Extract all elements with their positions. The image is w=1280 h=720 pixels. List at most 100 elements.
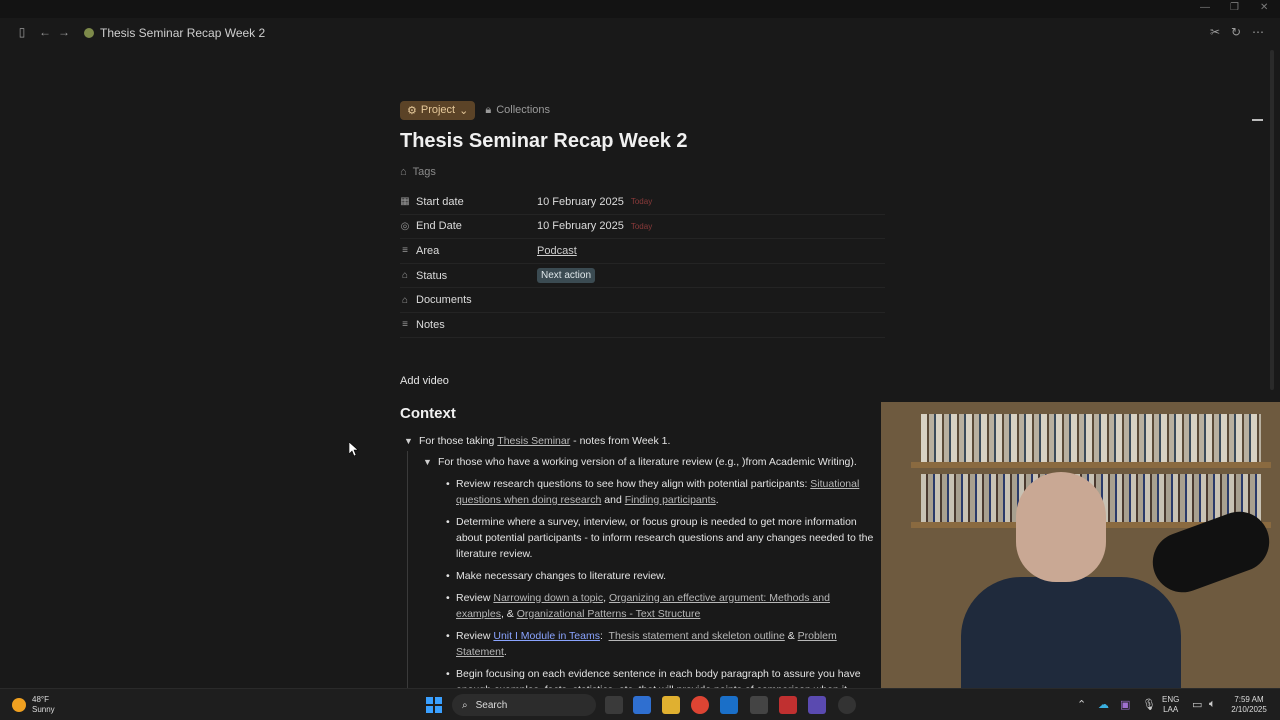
property-key: Start date	[416, 195, 464, 208]
page-content: ⚙ Project ⌄ 🔒︎ Collections Thesis Semina…	[400, 100, 885, 711]
thesis-statement-link[interactable]: Thesis statement and skeleton outline	[609, 630, 785, 642]
weather-temp: 48°F	[32, 695, 49, 704]
project-label: Project	[420, 104, 456, 116]
weather-widget[interactable]: 48°F Sunny	[12, 695, 55, 715]
property-notes[interactable]: ≡ Notes	[400, 313, 885, 338]
property-documents[interactable]: ⌂ Documents	[400, 288, 885, 313]
property-value: 10 February 2025	[537, 195, 624, 208]
project-dropdown[interactable]: ⚙ Project ⌄	[400, 100, 476, 120]
list-item: Review research questions to see how the…	[446, 473, 885, 511]
outline-toggle-icon[interactable]	[1252, 119, 1263, 121]
status-badge[interactable]: Next action	[537, 268, 596, 284]
narrowing-topic-link[interactable]: Narrowing down a topic	[493, 592, 603, 604]
page-title[interactable]: Thesis Seminar Recap Week 2	[400, 130, 885, 158]
sidebar-toggle-icon[interactable]: ▯	[14, 24, 30, 40]
calendar-icon: ▦	[400, 196, 410, 208]
chevron-down-icon: ⌄	[459, 104, 469, 117]
outline-guide-line	[407, 450, 408, 711]
person-body	[961, 577, 1181, 688]
outlook-icon[interactable]	[720, 696, 738, 714]
bullet-text: Determine where a survey, interview, or …	[456, 515, 874, 560]
context-heading: Context	[400, 404, 456, 422]
chrome-icon[interactable]	[691, 696, 709, 714]
network-icon[interactable]: ▭	[1192, 698, 1202, 711]
list-item: Determine where a survey, interview, or …	[446, 511, 885, 565]
bullet-list: Review research questions to see how the…	[446, 473, 885, 701]
weather-desc: Sunny	[32, 705, 55, 714]
property-status[interactable]: ⌂ Status Next action	[400, 264, 885, 289]
keyboard-layout: LAA	[1163, 705, 1179, 714]
bullet-text: Make necessary changes to literature rev…	[456, 569, 667, 582]
collapse-triangle-icon[interactable]: ▼	[400, 436, 419, 446]
property-start-date[interactable]: ▦ Start date 10 February 2025 Today	[400, 190, 885, 215]
more-icon[interactable]: ⋯	[1250, 24, 1266, 40]
notes-app-icon[interactable]	[750, 696, 768, 714]
bullet-text: Review research questions to see how the…	[456, 477, 811, 490]
intro-suffix: - notes from Week 1.	[570, 434, 671, 447]
list-icon: ≡	[402, 319, 408, 331]
teams-icon[interactable]	[808, 696, 826, 714]
microphone-icon[interactable]: 🎙︎	[1142, 698, 1156, 711]
add-video-button[interactable]: Add video	[400, 375, 885, 391]
today-badge: Today	[630, 221, 653, 231]
tags-label: Tags	[412, 166, 436, 178]
bullet-text: .	[503, 645, 507, 658]
search-placeholder: Search	[475, 699, 508, 711]
close-icon[interactable]: ✕	[1260, 2, 1268, 13]
breadcrumb[interactable]: Thesis Seminar Recap Week 2	[84, 26, 265, 40]
restore-icon[interactable]: ❐	[1230, 2, 1239, 13]
chevron-up-icon[interactable]: ⌃	[1077, 698, 1086, 711]
clock-icon: ◎	[400, 220, 410, 232]
language-code: ENG	[1162, 695, 1180, 704]
scrollbar[interactable]	[1270, 50, 1274, 390]
top-navigation: ▯ ← → Thesis Seminar Recap Week 2 ✂ ↻ ⋯	[0, 18, 1280, 46]
task-view-icon[interactable]	[605, 696, 623, 714]
breadcrumb-title: Thesis Seminar Recap Week 2	[100, 26, 266, 40]
language-indicator[interactable]: ENG LAA	[1162, 695, 1179, 715]
thesis-seminar-link[interactable]: Thesis Seminar	[497, 435, 570, 447]
list-item: Make necessary changes to literature rev…	[446, 565, 885, 587]
finding-participants-link[interactable]: Finding participants	[625, 494, 716, 506]
property-key: End Date	[416, 220, 462, 233]
volume-icon[interactable]: 🔈︎	[1209, 698, 1216, 711]
bullet-text: .	[715, 493, 719, 506]
collections-label: Collections	[496, 104, 551, 116]
today-badge: Today	[630, 197, 653, 207]
header-pills: ⚙ Project ⌄ 🔒︎ Collections	[400, 100, 885, 120]
pdf-app-icon[interactable]	[779, 696, 797, 714]
collapse-triangle-icon[interactable]: ▼	[419, 457, 438, 467]
file-explorer-icon[interactable]	[662, 696, 680, 714]
property-value: 10 February 2025	[537, 220, 624, 233]
copilot-icon[interactable]	[633, 696, 651, 714]
intro-prefix: For those taking	[419, 434, 495, 447]
bullet-text: , &	[500, 607, 517, 620]
sun-icon	[12, 698, 26, 712]
property-area[interactable]: ≡ Area Podcast	[400, 239, 885, 264]
arrow-left-icon[interactable]: ←	[37, 24, 53, 40]
settings-icon[interactable]	[838, 696, 856, 714]
property-end-date[interactable]: ◎ End Date 10 February 2025 Today	[400, 215, 885, 240]
bullet-text: &	[784, 629, 798, 642]
minimize-icon[interactable]: —	[1200, 2, 1210, 13]
teams-tray-icon[interactable]: ▣	[1120, 698, 1130, 711]
area-link[interactable]: Podcast	[537, 245, 577, 257]
collections-link[interactable]: 🔒︎ Collections	[485, 104, 550, 117]
windows-start-icon[interactable]	[426, 697, 442, 713]
organizational-patterns-link[interactable]: Organizational Patterns - Text Structure	[517, 608, 701, 620]
page-icon	[84, 28, 94, 38]
onedrive-icon[interactable]: ☁	[1098, 698, 1109, 711]
property-key: Documents	[416, 294, 472, 307]
tags-field[interactable]: ⌂ Tags	[400, 162, 885, 182]
unit-module-link[interactable]: Unit I Module in Teams	[493, 630, 600, 642]
search-icon: ⌕	[462, 699, 468, 711]
arrow-right-icon[interactable]: →	[56, 24, 72, 40]
taskbar-search[interactable]: ⌕ Search	[452, 694, 596, 716]
sync-icon[interactable]: ↻	[1228, 24, 1244, 40]
books	[921, 414, 1261, 462]
tools-icon[interactable]: ✂	[1207, 24, 1223, 40]
context-outline: ▼ For those taking Thesis Seminar - note…	[400, 431, 885, 711]
bullet-text: :	[599, 629, 609, 642]
outline-item-literature: ▼ For those who have a working version o…	[419, 451, 885, 473]
property-key: Notes	[416, 318, 445, 331]
clock[interactable]: 7:59 AM 2/10/2025	[1228, 695, 1270, 715]
